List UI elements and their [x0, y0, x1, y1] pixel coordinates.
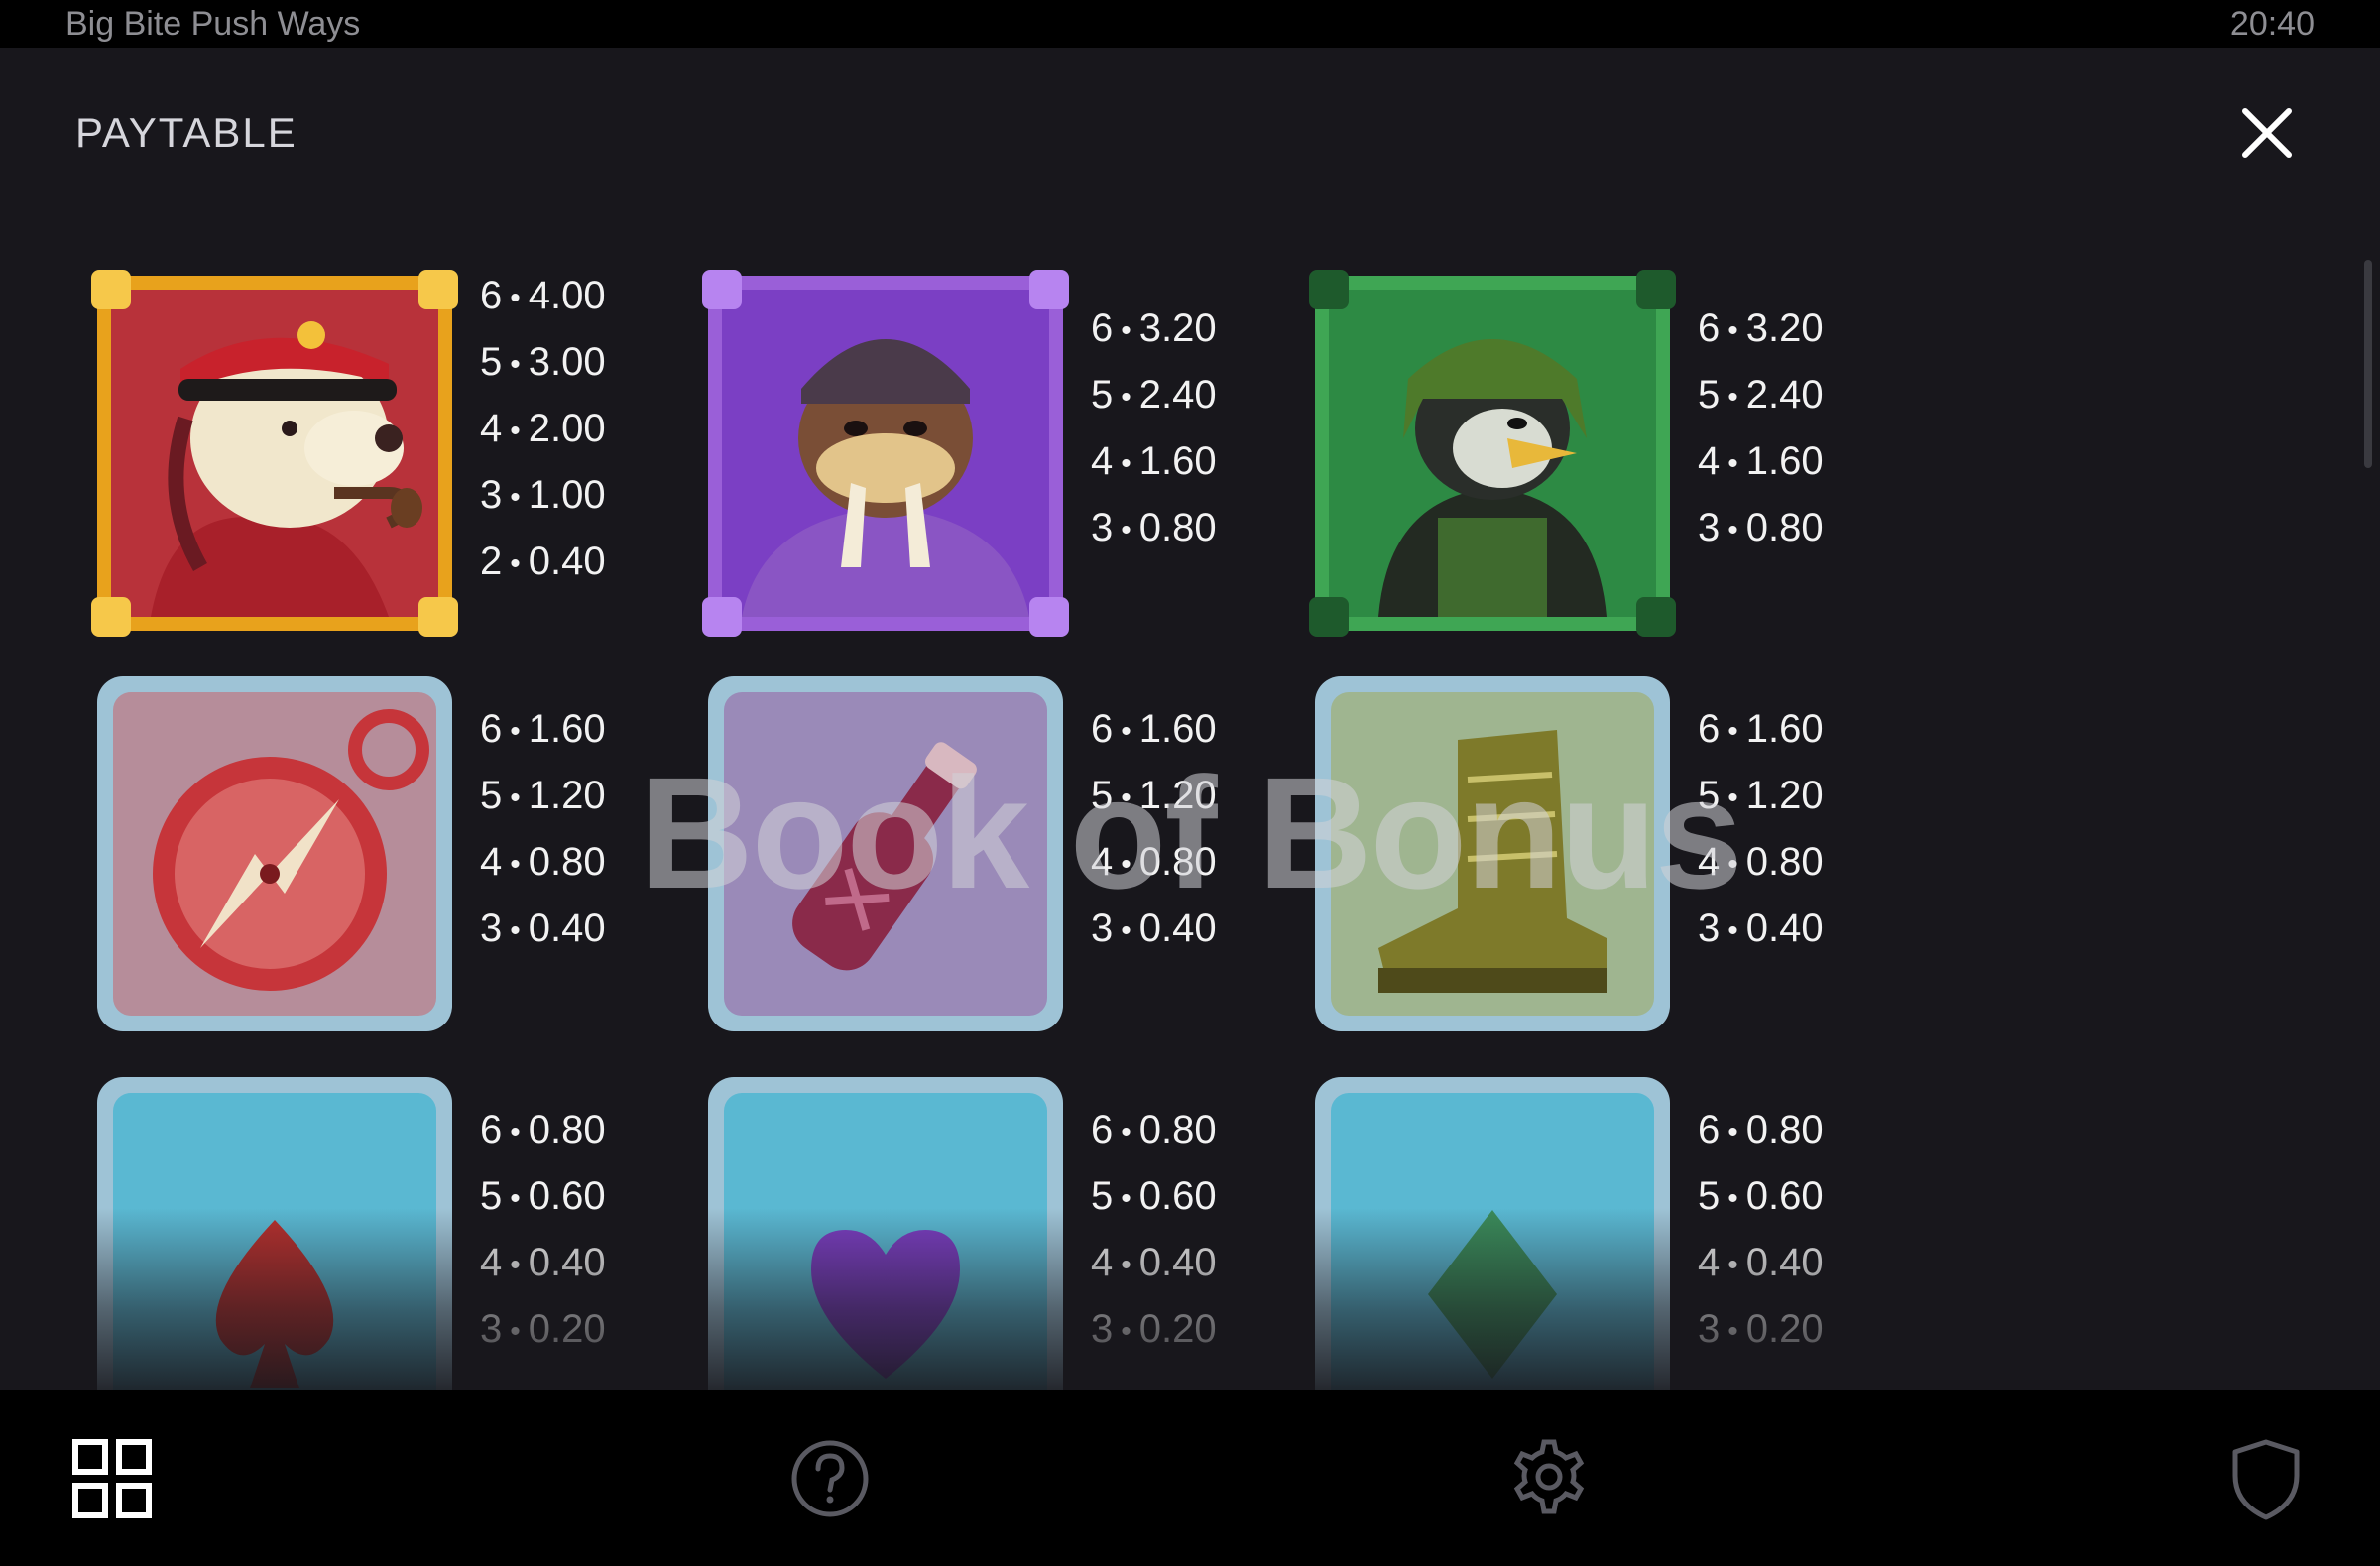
payout-row: 6 • 0.80 [1091, 1108, 1217, 1151]
payout-row: 5 • 1.20 [1698, 774, 1824, 817]
payout-list: 6 • 0.80 5 • 0.60 4 • 0.40 3 • 0.20 [1091, 1097, 1217, 1363]
payout-row: 5 • 3.00 [480, 340, 606, 384]
walrus-symbol [702, 270, 1069, 637]
menu-button[interactable] [67, 1434, 157, 1523]
payout-row: 3 • 0.20 [480, 1307, 606, 1351]
payout-row: 5 • 0.60 [1698, 1174, 1824, 1218]
payout-row: 6 • 3.20 [1091, 306, 1217, 350]
payout-row: 3 • 0.40 [480, 906, 606, 950]
payout-row: 6 • 1.60 [480, 707, 606, 751]
payout-row: 3 • 0.80 [1698, 506, 1824, 549]
spade-symbol [91, 1071, 458, 1390]
bottom-nav [0, 1390, 2380, 1566]
payout-row: 4 • 0.40 [1091, 1241, 1217, 1284]
symbol-cell: 6 • 3.20 5 • 2.40 4 • 1.60 3 • 0.80 [702, 270, 1297, 647]
payout-list: 6 • 1.60 5 • 1.20 4 • 0.80 3 • 0.40 [480, 696, 606, 962]
bottle-symbol [702, 670, 1069, 1037]
payout-list: 6 • 0.80 5 • 0.60 4 • 0.40 3 • 0.20 [1698, 1097, 1824, 1363]
payout-row: 4 • 1.60 [1091, 439, 1217, 483]
clock: 20:40 [2229, 4, 2315, 43]
payout-row: 3 • 0.40 [1698, 906, 1824, 950]
payout-row: 4 • 0.80 [1698, 840, 1824, 884]
payout-list: 6 • 3.20 5 • 2.40 4 • 1.60 3 • 0.80 [1091, 296, 1217, 561]
payout-row: 5 • 1.20 [480, 774, 606, 817]
symbol-cell: 6 • 0.80 5 • 0.60 4 • 0.40 3 • 0.20 [1309, 1071, 1904, 1390]
symbol-cell: 6 • 3.20 5 • 2.40 4 • 1.60 3 • 0.80 [1309, 270, 1904, 647]
payout-list: 6 • 4.00 5 • 3.00 4 • 2.00 3 • 1.00 2 • 0.40 [480, 263, 606, 595]
symbol-cell: 6 • 4.00 5 • 3.00 4 • 2.00 3 • 1.00 2 • 0.40 [91, 270, 686, 647]
shield-icon [2232, 1439, 2300, 1520]
payout-row: 6 • 0.80 [480, 1108, 606, 1151]
payout-list: 6 • 1.60 5 • 1.20 4 • 0.80 3 • 0.40 [1698, 696, 1824, 962]
payout-row: 5 • 0.60 [480, 1174, 606, 1218]
payout-row: 2 • 0.40 [480, 540, 606, 583]
status-bar: Big Bite Push Ways 20:40 [0, 0, 2380, 48]
payout-row: 3 • 0.20 [1091, 1307, 1217, 1351]
payout-row: 6 • 1.60 [1698, 707, 1824, 751]
payout-row: 6 • 3.20 [1698, 306, 1824, 350]
polar-bear-captain-symbol [91, 270, 458, 637]
payout-row: 4 • 0.40 [480, 1241, 606, 1284]
payout-row: 3 • 1.00 [480, 473, 606, 517]
settings-button[interactable] [1504, 1434, 1594, 1523]
payout-row: 4 • 0.80 [1091, 840, 1217, 884]
responsible-gaming-button[interactable] [2221, 1434, 2311, 1523]
symbol-cell: 6 • 1.60 5 • 1.20 4 • 0.80 3 • 0.40 [1309, 670, 1904, 1047]
payout-row: 4 • 1.60 [1698, 439, 1824, 483]
payout-row: 4 • 0.40 [1698, 1241, 1824, 1284]
payout-row: 3 • 0.40 [1091, 906, 1217, 950]
compass-symbol [91, 670, 458, 1037]
payout-row: 5 • 2.40 [1091, 373, 1217, 417]
payout-row: 5 • 1.20 [1091, 774, 1217, 817]
payout-list: 6 • 0.80 5 • 0.60 4 • 0.40 3 • 0.20 [480, 1097, 606, 1363]
app-title: Big Bite Push Ways [65, 4, 361, 43]
symbol-cell: 6 • 1.60 5 • 1.20 4 • 0.80 3 • 0.40 [702, 670, 1297, 1047]
payout-row: 3 • 0.80 [1091, 506, 1217, 549]
penguin-symbol [1309, 270, 1676, 637]
payout-row: 6 • 4.00 [480, 274, 606, 317]
paytable-panel: PAYTABLE 6 • 4.00 5 • 3.00 4 • 2.00 3 • … [0, 48, 2380, 1390]
payout-row: 4 • 2.00 [480, 407, 606, 450]
boot-symbol [1309, 670, 1676, 1037]
payout-row: 3 • 0.20 [1698, 1307, 1824, 1351]
payout-row: 5 • 0.60 [1091, 1174, 1217, 1218]
help-icon [791, 1440, 869, 1517]
symbol-cell: 6 • 0.80 5 • 0.60 4 • 0.40 3 • 0.20 [702, 1071, 1297, 1390]
payout-row: 6 • 0.80 [1698, 1108, 1824, 1151]
grid-menu-icon [72, 1439, 152, 1518]
payout-row: 5 • 2.40 [1698, 373, 1824, 417]
heart-symbol [702, 1071, 1069, 1390]
payout-row: 4 • 0.80 [480, 840, 606, 884]
symbol-grid: 6 • 4.00 5 • 3.00 4 • 2.00 3 • 1.00 2 • 0.40 [0, 48, 2380, 1390]
symbol-cell: 6 • 0.80 5 • 0.60 4 • 0.40 3 • 0.20 [91, 1071, 686, 1390]
payout-list: 6 • 1.60 5 • 1.20 4 • 0.80 3 • 0.40 [1091, 696, 1217, 962]
payout-row: 6 • 1.60 [1091, 707, 1217, 751]
symbol-cell: 6 • 1.60 5 • 1.20 4 • 0.80 3 • 0.40 [91, 670, 686, 1047]
diamond-symbol [1309, 1071, 1676, 1390]
payout-list: 6 • 3.20 5 • 2.40 4 • 1.60 3 • 0.80 [1698, 296, 1824, 561]
help-button[interactable] [785, 1434, 875, 1523]
gear-icon [1513, 1439, 1585, 1514]
